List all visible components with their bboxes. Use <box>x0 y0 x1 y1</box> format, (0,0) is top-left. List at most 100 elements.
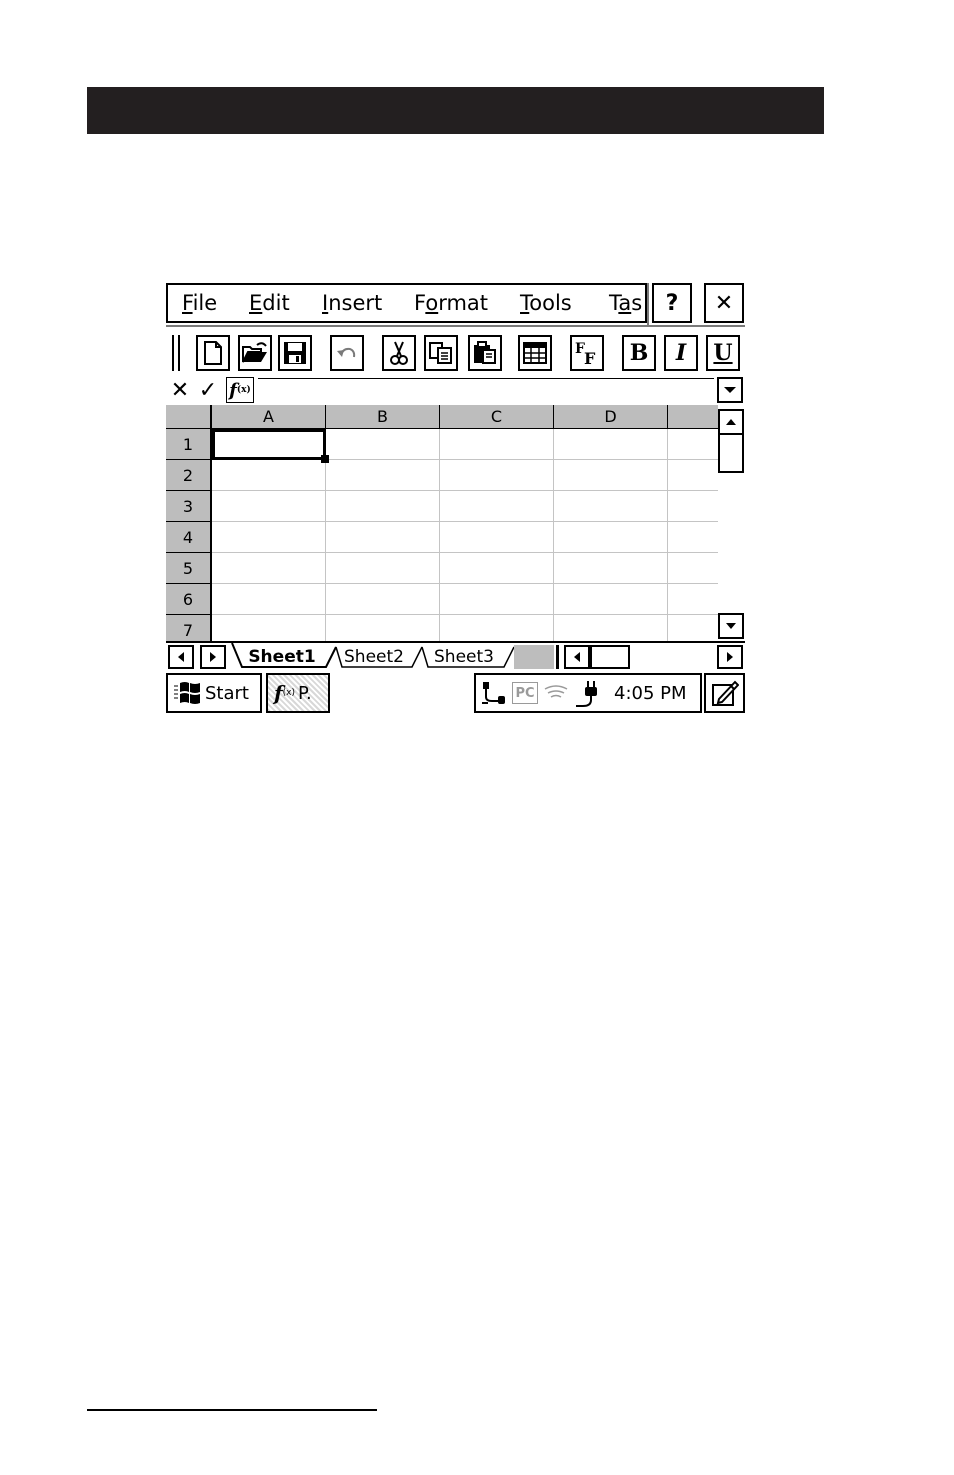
horizontal-scrollbar[interactable] <box>554 645 745 669</box>
grid-cell[interactable] <box>668 553 718 584</box>
grid-cell[interactable] <box>668 584 718 615</box>
spreadsheet-grid[interactable]: ABCD 1234567 <box>166 405 718 641</box>
scroll-down-button[interactable] <box>718 613 744 639</box>
grid-cell[interactable] <box>212 460 326 491</box>
grid-cell[interactable] <box>668 491 718 522</box>
copy-button[interactable] <box>424 335 458 371</box>
grid-cell[interactable] <box>554 429 668 460</box>
grid-cell[interactable] <box>212 522 326 553</box>
grid-cell[interactable] <box>554 553 668 584</box>
grid-cell[interactable] <box>440 460 554 491</box>
new-button[interactable] <box>196 335 230 371</box>
accept-entry-button[interactable]: ✓ <box>196 377 220 403</box>
grid-cell[interactable] <box>440 615 554 641</box>
select-all-corner[interactable] <box>166 405 212 429</box>
menu-file-mnemonic: F <box>182 291 193 315</box>
grid-cell[interactable] <box>554 615 668 641</box>
bold-button[interactable]: B <box>622 335 656 371</box>
grid-cell[interactable] <box>212 491 326 522</box>
pc-connection-icon[interactable]: PC <box>512 682 538 704</box>
tab-sheet1[interactable]: Sheet1 <box>244 645 320 669</box>
row-header[interactable]: 5 <box>166 553 212 584</box>
tab-sheet3[interactable]: Sheet3 <box>424 645 504 669</box>
paste-clipboard-icon <box>474 341 496 364</box>
grid-cell[interactable] <box>554 491 668 522</box>
start-button[interactable]: Start <box>166 673 262 713</box>
grid-cell[interactable] <box>668 460 718 491</box>
grid-cell[interactable] <box>554 522 668 553</box>
open-button[interactable] <box>238 335 272 371</box>
tab-scroll-right-button[interactable] <box>200 645 226 669</box>
close-icon: ✕ <box>714 290 734 316</box>
tab-sheet2[interactable]: Sheet2 <box>338 645 410 669</box>
grid-cell[interactable] <box>554 584 668 615</box>
input-panel-button[interactable] <box>704 673 745 713</box>
formula-dropdown-button[interactable] <box>717 377 743 403</box>
italic-button[interactable]: I <box>664 335 698 371</box>
row-header[interactable]: 1 <box>166 429 212 460</box>
menu-tools[interactable]: Tools <box>520 290 572 316</box>
row-header[interactable]: 2 <box>166 460 212 491</box>
menu-edit[interactable]: Edit <box>249 290 290 316</box>
grid-cell[interactable] <box>326 429 440 460</box>
row-header[interactable]: 3 <box>166 491 212 522</box>
toolbar-grip[interactable] <box>172 335 180 371</box>
grid-cell[interactable] <box>440 584 554 615</box>
wireless-signal-icon[interactable] <box>542 683 570 703</box>
row-header[interactable]: 4 <box>166 522 212 553</box>
save-button[interactable] <box>278 335 312 371</box>
formula-input[interactable] <box>258 378 714 402</box>
grid-cell[interactable] <box>440 522 554 553</box>
grid-cell[interactable] <box>326 615 440 641</box>
row-header[interactable]: 7 <box>166 615 212 641</box>
scroll-up-button[interactable] <box>718 409 744 435</box>
grid-cell[interactable] <box>326 460 440 491</box>
taskbar-pocket-excel-button[interactable]: f (x) P. <box>266 673 330 713</box>
connection-icon[interactable] <box>480 681 508 707</box>
power-plug-icon[interactable] <box>574 679 604 709</box>
row-header[interactable]: 6 <box>166 584 212 615</box>
vertical-scroll-thumb[interactable] <box>718 433 744 473</box>
grid-cell[interactable] <box>326 522 440 553</box>
help-button[interactable]: ? <box>652 283 692 323</box>
grid-cell[interactable] <box>440 429 554 460</box>
grid-table-icon <box>523 342 547 364</box>
column-header[interactable]: B <box>326 405 440 429</box>
grid-cell[interactable] <box>668 615 718 641</box>
scroll-left-button[interactable] <box>564 645 590 669</box>
paste-button[interactable] <box>468 335 502 371</box>
grid-cell[interactable] <box>440 491 554 522</box>
grid-cell[interactable] <box>668 522 718 553</box>
grid-cell[interactable] <box>440 553 554 584</box>
clock[interactable]: 4:05 PM <box>614 683 687 704</box>
column-header[interactable] <box>668 405 718 429</box>
grid-cell[interactable] <box>212 584 326 615</box>
grid-cell[interactable] <box>554 460 668 491</box>
menu-insert[interactable]: Insert <box>322 290 382 316</box>
insert-function-button[interactable]: f (x) <box>226 377 254 403</box>
menu-file[interactable]: File <box>182 290 217 316</box>
column-header[interactable]: C <box>440 405 554 429</box>
scroll-right-button[interactable] <box>717 645 743 669</box>
grid-cell[interactable] <box>212 615 326 641</box>
fill-handle[interactable] <box>321 455 329 463</box>
grid-cell[interactable] <box>668 429 718 460</box>
grid-cell[interactable] <box>326 584 440 615</box>
close-button[interactable]: ✕ <box>704 283 744 323</box>
underline-button[interactable]: U <box>706 335 740 371</box>
undo-button[interactable] <box>330 335 364 371</box>
cut-button[interactable] <box>382 335 416 371</box>
grid-cell[interactable] <box>212 553 326 584</box>
menu-format[interactable]: Format <box>414 290 488 316</box>
grid-cell[interactable] <box>326 553 440 584</box>
active-cell-a1[interactable] <box>212 429 326 460</box>
menu-tasks[interactable]: Tas <box>609 290 642 316</box>
grid-cell[interactable] <box>326 491 440 522</box>
column-header[interactable]: D <box>554 405 668 429</box>
column-header[interactable]: A <box>212 405 326 429</box>
tab-scroll-left-button[interactable] <box>168 645 194 669</box>
horizontal-scroll-thumb[interactable] <box>590 645 630 669</box>
format-cells-button[interactable] <box>518 335 552 371</box>
cancel-entry-button[interactable]: ✕ <box>168 377 192 403</box>
font-button[interactable]: FF <box>570 335 604 371</box>
